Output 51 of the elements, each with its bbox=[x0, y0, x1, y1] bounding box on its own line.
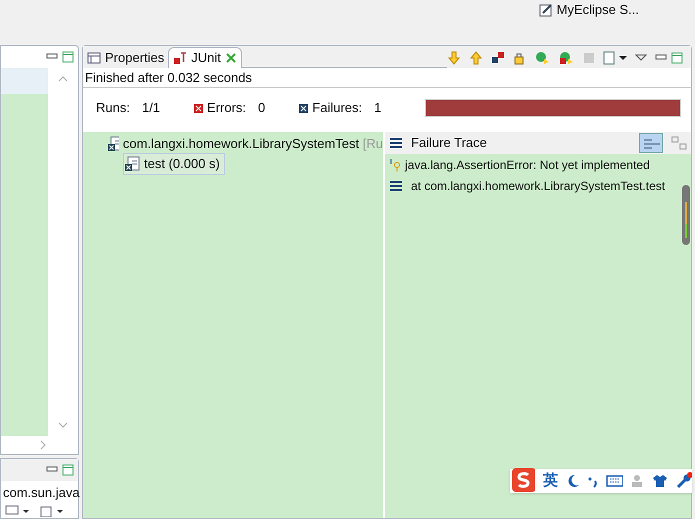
view-tab[interactable]: JUnit bbox=[168, 47, 242, 68]
view-tab[interactable]: Properties bbox=[83, 47, 168, 68]
counter-value: 1 bbox=[374, 99, 382, 118]
minimize-icon[interactable] bbox=[46, 53, 58, 61]
input-mode[interactable]: 英 bbox=[543, 470, 558, 492]
list-icon bbox=[389, 137, 403, 149]
tree-item[interactable]: test (0.000 s) bbox=[123, 153, 225, 175]
sogou-logo-icon[interactable] bbox=[511, 468, 536, 494]
test-case-icon bbox=[124, 156, 140, 172]
up-arrow-icon[interactable] bbox=[469, 50, 483, 64]
error-mark-icon bbox=[299, 104, 308, 112]
perspective-label[interactable]: MyEclipse S... bbox=[556, 0, 639, 20]
trace-line[interactable]: at com.langxi.homework.LibrarySystemTest.test bbox=[407, 176, 666, 194]
tree-item[interactable]: com.langxi.homework.LibrarySystemTest [Ru bbox=[122, 134, 383, 154]
counter-value: 1/1 bbox=[142, 99, 160, 118]
monitor-icon[interactable] bbox=[5, 504, 31, 516]
junit-icon bbox=[173, 51, 188, 65]
down-arrow-icon[interactable] bbox=[447, 50, 461, 64]
keyboard-icon[interactable] bbox=[606, 475, 624, 487]
new-item-icon[interactable] bbox=[39, 504, 65, 516]
maximize-icon[interactable] bbox=[62, 51, 74, 63]
close-icon[interactable] bbox=[224, 52, 237, 64]
maximize-icon[interactable] bbox=[671, 52, 683, 64]
rerun-failed-icon[interactable] bbox=[559, 50, 575, 64]
maximize-icon[interactable] bbox=[62, 464, 74, 476]
minimize-icon[interactable] bbox=[655, 54, 667, 62]
exception-icon bbox=[389, 158, 401, 172]
rerun-icon[interactable] bbox=[535, 50, 551, 64]
list-icon bbox=[389, 180, 403, 192]
minimize-icon[interactable] bbox=[46, 466, 58, 474]
failures-only-icon[interactable] bbox=[491, 50, 505, 64]
shirt-icon[interactable] bbox=[652, 474, 668, 488]
perspective-icon bbox=[538, 2, 553, 16]
table-icon bbox=[87, 52, 101, 64]
view-menu-icon[interactable] bbox=[635, 54, 647, 62]
counter-label: Failures: bbox=[312, 99, 362, 118]
wrench-icon[interactable] bbox=[675, 472, 692, 490]
counter-value: 0 bbox=[258, 99, 266, 118]
error-mark-icon bbox=[194, 104, 204, 112]
trace-title: Failure Trace bbox=[411, 134, 488, 152]
counter-label: Runs: bbox=[96, 99, 130, 118]
trace-line[interactable]: java.lang.AssertionError: Not yet implemented bbox=[405, 156, 650, 174]
scrollbar-icon[interactable] bbox=[681, 184, 691, 246]
moon-icon[interactable] bbox=[566, 474, 580, 488]
history-icon[interactable] bbox=[603, 50, 627, 64]
counter-label: Errors: bbox=[207, 99, 246, 118]
compare-icon[interactable] bbox=[671, 135, 687, 151]
tree-item[interactable]: com.sun.java bbox=[1, 483, 78, 502]
filter-icon[interactable] bbox=[639, 133, 663, 153]
test-suite-icon bbox=[107, 136, 119, 152]
status-text: Finished after 0.032 seconds bbox=[83, 68, 691, 88]
